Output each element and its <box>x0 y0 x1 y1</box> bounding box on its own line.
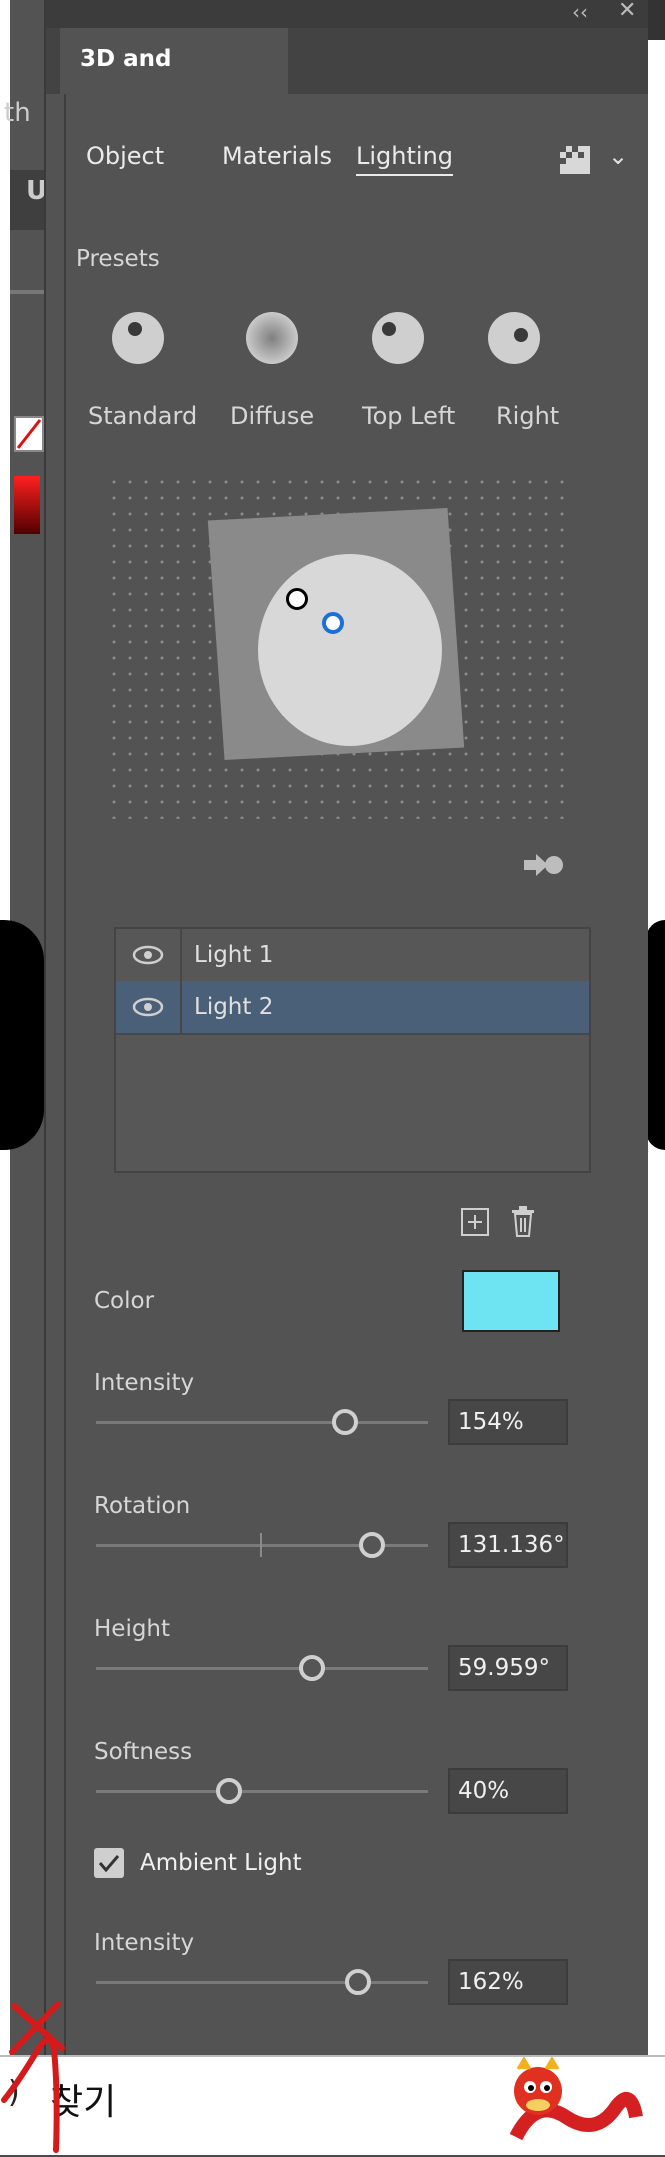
light-row-selected[interactable]: Light 2 <box>116 981 589 1035</box>
preset-label-diffuse[interactable]: Diffuse <box>230 402 314 430</box>
control-value-field[interactable]: 154% <box>448 1399 568 1445</box>
control-label: Intensity <box>94 1370 195 1396</box>
background-app-left: th U <box>0 0 47 2153</box>
tab-materials[interactable]: Materials <box>222 142 332 170</box>
tab-object[interactable]: Object <box>86 142 164 170</box>
panel-tab-bar: 3D and Materials <box>46 28 648 134</box>
move-light-to-back-icon[interactable] <box>522 850 566 880</box>
preset-label-top-left[interactable]: Top Left <box>362 402 455 430</box>
ambient-light-checkbox[interactable] <box>94 1848 124 1878</box>
ambient-intensity-value[interactable]: 162% <box>448 1959 568 2005</box>
render-options-icon[interactable] <box>558 144 594 176</box>
gradient-swatch[interactable] <box>14 476 40 534</box>
red-annotation-mark <box>1 2001 65 2153</box>
dragon-mascot-icon <box>496 2056 646 2153</box>
preset-label-right[interactable]: Right <box>496 402 559 430</box>
close-icon[interactable]: ✕ <box>618 0 636 23</box>
preset-right-icon[interactable] <box>488 312 540 364</box>
control-slider[interactable] <box>96 1667 428 1670</box>
light-preview-sphere <box>258 554 442 746</box>
control-label: Rotation <box>94 1493 191 1519</box>
panel-topbar: ‹‹ ✕ <box>46 0 648 28</box>
eye-icon[interactable] <box>116 981 182 1033</box>
panel-body: Object Materials Lighting ⌄ Presets Stan… <box>64 94 648 2055</box>
preset-standard-icon[interactable] <box>112 312 164 364</box>
presets-heading: Presets <box>76 246 160 272</box>
ambient-intensity-slider-knob[interactable] <box>345 1969 372 1995</box>
lights-list: Light 1 Light 2 <box>114 927 591 1173</box>
control-slider-knob[interactable] <box>358 1532 385 1558</box>
double-chevron-left-icon[interactable]: ‹‹ <box>572 0 588 24</box>
control-value-field[interactable]: 40% <box>448 1768 568 1814</box>
control-label: Softness <box>94 1739 193 1765</box>
color-label: Color <box>94 1288 155 1314</box>
control-label: Height <box>94 1616 171 1642</box>
chevron-down-icon[interactable]: ⌄ <box>608 142 628 170</box>
add-light-icon[interactable] <box>460 1207 490 1237</box>
panel-title-tab[interactable]: 3D and Materials <box>60 28 288 134</box>
control-slider-knob[interactable] <box>215 1778 242 1804</box>
3d-materials-panel: ‹‹ ✕ 3D and Materials Object Materials L… <box>44 0 648 2055</box>
control-slider[interactable] <box>96 1421 428 1424</box>
canvas-artwork-fragment <box>0 920 44 1150</box>
light-name: Light 1 <box>194 942 274 968</box>
bg-partial-text: th <box>4 98 31 128</box>
control-slider-knob[interactable] <box>298 1655 325 1681</box>
preset-diffuse-icon[interactable] <box>246 312 298 364</box>
control-value-field[interactable]: 59.959° <box>448 1645 568 1691</box>
control-slider-knob[interactable] <box>332 1409 358 1435</box>
no-fill-swatch[interactable] <box>14 416 44 452</box>
light-2-handle[interactable] <box>322 612 344 634</box>
control-slider[interactable] <box>96 1790 428 1793</box>
slider-center-tick <box>260 1533 262 1557</box>
tab-lighting[interactable]: Lighting <box>356 142 454 176</box>
eye-icon[interactable] <box>116 929 182 981</box>
delete-light-icon[interactable] <box>508 1204 538 1238</box>
light-color-swatch[interactable] <box>462 1270 560 1332</box>
light-row[interactable]: Light 1 <box>116 929 589 983</box>
ambient-light-label[interactable]: Ambient Light <box>140 1850 302 1876</box>
light-name: Light 2 <box>194 994 274 1020</box>
preset-label-standard[interactable]: Standard <box>88 402 197 430</box>
background-app-right <box>646 0 665 2153</box>
preset-top-left-icon[interactable] <box>372 312 424 364</box>
ambient-intensity-label: Intensity <box>94 1930 195 1956</box>
ambient-intensity-slider[interactable] <box>96 1981 428 1984</box>
control-value-field[interactable]: 131.136° <box>448 1522 568 1568</box>
light-1-handle[interactable] <box>286 588 308 610</box>
